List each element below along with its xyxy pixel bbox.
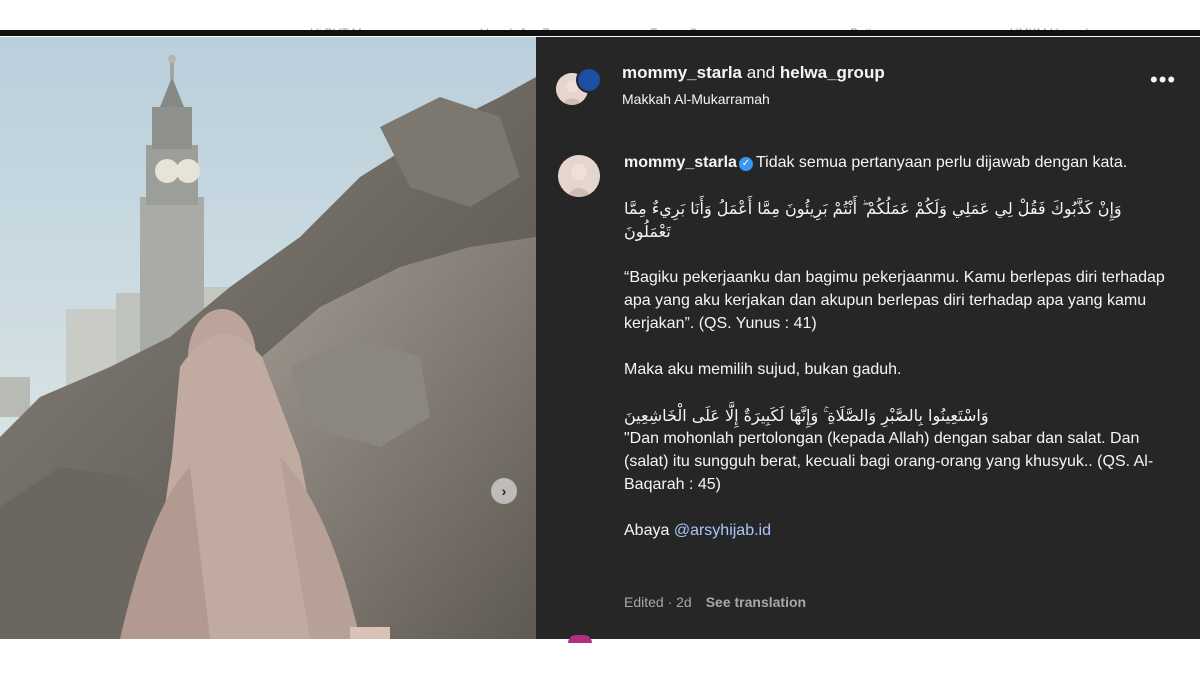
quran-verse-baqarah: وَاسْتَعِينُوا بِالصَّبْرِ وَالصَّلَاةِ … <box>624 406 989 425</box>
collaborator-username[interactable]: helwa_group <box>780 63 885 82</box>
author-username[interactable]: mommy_starla <box>622 63 742 82</box>
caption-line: Maka aku memilih sujud, bukan gaduh. <box>624 361 902 378</box>
post-photo[interactable]: › <box>0 37 536 639</box>
carousel-next-button[interactable]: › <box>491 478 517 504</box>
quran-verse-yunus: وَإِنْ كَذَّبُوكَ فَقُلْ لِي عَمَلِي وَل… <box>624 199 1122 241</box>
post-location[interactable]: Makkah Al-Mukarramah <box>622 91 770 107</box>
caption-username[interactable]: mommy_starla <box>624 154 737 171</box>
edited-timestamp: Edited · 2d <box>624 594 692 610</box>
more-options-icon[interactable]: ••• <box>1150 69 1176 91</box>
collaborator-avatar[interactable] <box>576 67 602 93</box>
verified-badge-icon: ✓ <box>738 157 753 171</box>
avatar-image <box>558 155 600 197</box>
next-comment-avatar[interactable] <box>568 635 592 643</box>
browser-bookmark-bar: Hi PUT Mara Umrah Jan Z... Teman Seara..… <box>0 0 1200 36</box>
photo-illustration <box>0 37 536 639</box>
header-joiner: and <box>746 63 776 82</box>
caption-author-avatar[interactable] <box>558 155 600 197</box>
abaya-label: Abaya <box>624 522 670 539</box>
brand-mention-link[interactable]: @arsyhijab.id <box>674 522 771 539</box>
post-side-panel: mommy_starla and helwa_group Makkah Al-M… <box>536 37 1200 643</box>
see-translation-link[interactable]: See translation <box>706 594 806 610</box>
verse-translation-baqarah: "Dan mohonlah pertolongan (kepada Allah)… <box>624 430 1154 493</box>
caption-intro: Tidak semua pertanyaan perlu dijawab den… <box>755 154 1128 171</box>
window-edge <box>0 30 1200 36</box>
post-header-names: mommy_starla and helwa_group <box>622 63 885 83</box>
caption-meta: Edited · 2d See translation <box>624 594 806 610</box>
post-caption: mommy_starla ✓ Tidak semua pertanyaan perl… <box>624 151 1169 542</box>
verse-translation-yunus: “Bagiku pekerjaanku dan bagimu pekerjaan… <box>624 269 1165 332</box>
instagram-post: › mommy_starla and helwa_group Makkah Al… <box>0 37 1200 643</box>
